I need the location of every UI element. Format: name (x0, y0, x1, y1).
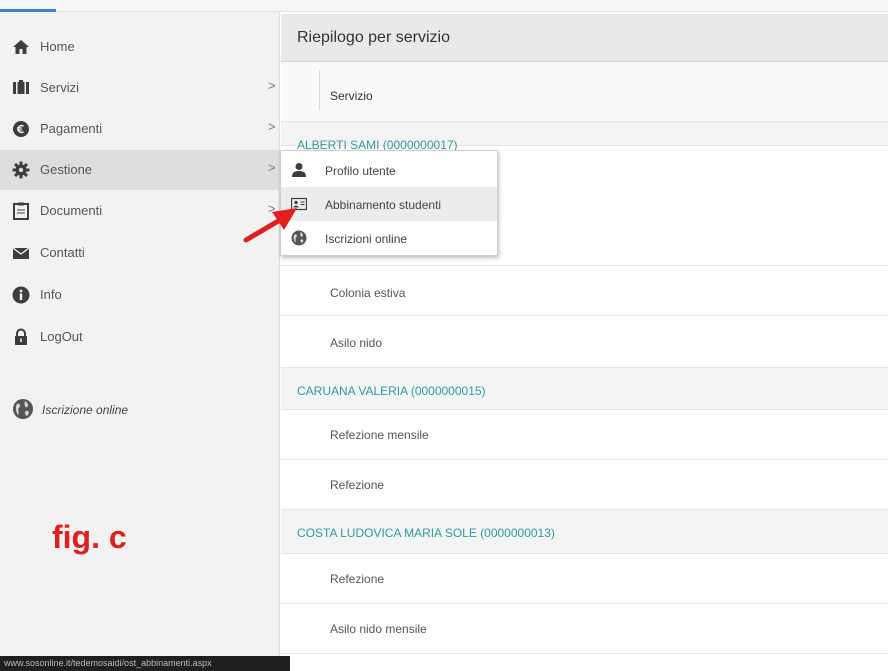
table-row[interactable]: Refezione (281, 460, 888, 510)
page-header: Riepilogo per servizio (281, 14, 888, 62)
pagamenti-icon (13, 121, 29, 137)
sidebar-item-label: Pagamenti (40, 121, 103, 136)
sidebar-item-home[interactable]: Home (0, 27, 280, 67)
group-label: CARUANA VALERIA (0000000015) (297, 384, 486, 398)
row-label: Colonia estiva (330, 286, 406, 300)
clipboard-icon (13, 202, 29, 220)
table-row[interactable]: Asilo nido (281, 316, 888, 368)
sidebar-item-gestione[interactable]: Gestione > (0, 150, 280, 190)
sidebar-item-label: Documenti (40, 203, 103, 218)
sidebar-item-label: Servizi (40, 80, 80, 95)
group-label: COSTA LUDOVICA MARIA SOLE (0000000013) (297, 526, 555, 540)
sidebar-item-label: Contatti (40, 245, 85, 260)
sidebar-item-label: Home (40, 39, 75, 54)
sidebar: Home Servizi > Pagamenti > Gestione > Do… (0, 12, 280, 671)
page-title: Riepilogo per servizio (297, 29, 450, 46)
submenu-item-label: Profilo utente (325, 164, 396, 178)
submenu-item-abbinamento-studenti[interactable]: Abbinamento studenti (281, 187, 497, 221)
figure-caption: fig. c (52, 519, 127, 555)
sidebar-item-label: LogOut (40, 329, 83, 344)
table-group-row[interactable]: COSTA LUDOVICA MARIA SOLE (0000000013) (281, 510, 888, 554)
annotation-arrow-icon (243, 208, 297, 243)
row-label: Asilo nido (330, 336, 383, 350)
sidebar-item-pagamenti[interactable]: Pagamenti > (0, 109, 280, 149)
table-group-row[interactable]: CARUANA VALERIA (0000000015) (281, 368, 888, 410)
sidebar-item-servizi[interactable]: Servizi > (0, 68, 280, 108)
sidebar-item-documenti[interactable]: Documenti > (0, 191, 280, 231)
row-label: Refezione mensile (330, 428, 429, 442)
chevron-right-icon: > (268, 119, 276, 134)
iscrizione-online-link[interactable]: Iscrizione online (12, 398, 262, 422)
servizi-icon (13, 80, 29, 94)
submenu-item-label: Iscrizioni online (325, 232, 408, 246)
table-row[interactable]: Colonia estiva (281, 266, 888, 316)
globe-icon (13, 399, 33, 419)
top-strip (0, 0, 888, 12)
sidebar-item-info[interactable]: Info (0, 275, 280, 315)
lock-icon (15, 328, 27, 345)
sidebar-item-logout[interactable]: LogOut (0, 317, 280, 357)
status-bar-url: www.sosonline.it/tedemosaidi/ost_abbinam… (0, 656, 290, 671)
table-row[interactable]: Asilo nido mensile (281, 604, 888, 654)
table-row[interactable]: Refezione (281, 554, 888, 604)
chevron-right-icon: > (268, 160, 276, 175)
column-separator (319, 70, 320, 110)
info-icon (12, 286, 30, 304)
user-icon (292, 163, 306, 177)
sidebar-item-label: Gestione (40, 162, 93, 177)
submenu-item-label: Abbinamento studenti (325, 198, 442, 212)
submenu-item-profilo-utente[interactable]: Profilo utente (281, 153, 497, 187)
table-column-header: Servizio (281, 62, 888, 122)
table-row[interactable]: Refezione mensile (281, 410, 888, 460)
sidebar-item-contatti[interactable]: Contatti (0, 233, 280, 273)
row-label: Refezione (330, 572, 385, 586)
row-label: Asilo nido mensile (330, 622, 427, 636)
chevron-right-icon: > (268, 78, 276, 93)
submenu-item-iscrizioni-online[interactable]: Iscrizioni online (281, 221, 497, 255)
row-label: Refezione (330, 478, 385, 492)
gear-icon (12, 161, 30, 179)
envelope-icon (12, 247, 30, 259)
table-group-row[interactable]: ALBERTI SAMI (0000000017) (281, 122, 888, 152)
sidebar-item-label: Info (40, 287, 62, 302)
iscrizione-online-label: Iscrizione online (42, 403, 129, 417)
gestione-submenu: Profilo utente Abbinamento studenti Iscr… (280, 150, 498, 256)
column-header-servizio[interactable]: Servizio (330, 89, 373, 103)
home-icon (13, 40, 29, 54)
